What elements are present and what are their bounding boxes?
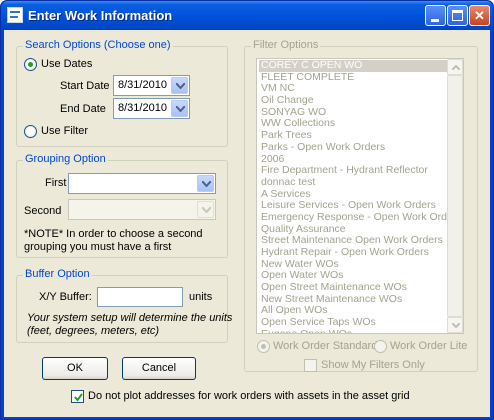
filter-scrollbar[interactable]	[447, 59, 463, 333]
end-date-label: End Date	[60, 103, 106, 115]
filter-options-label: Filter Options	[251, 39, 321, 51]
filter-list-item[interactable]: New Street Maintenance WOs	[259, 294, 447, 306]
chevron-down-icon	[452, 323, 460, 328]
show-my-filters-checkbox[interactable]	[304, 359, 317, 372]
filter-list-item[interactable]: SONYAG WO	[259, 107, 447, 119]
end-date-dropdown-button[interactable]	[171, 100, 188, 117]
scroll-down-button[interactable]	[447, 317, 463, 333]
dialog-body: Search Options (Choose one) Use Dates St…	[4, 30, 490, 417]
maximize-icon	[452, 10, 463, 21]
chevron-up-icon	[452, 65, 460, 70]
filter-list-item[interactable]: New Water WOs	[259, 259, 447, 271]
dialog-window: Enter Work Information ✕ Search Options …	[0, 0, 494, 420]
no-plot-checkbox[interactable]	[71, 390, 84, 403]
no-plot-label: Do not plot addresses for work orders wi…	[88, 390, 410, 402]
chevron-down-icon	[176, 106, 185, 112]
filter-list-item[interactable]: Hydrant Repair - Open Work Orders	[259, 247, 447, 259]
first-label: First	[45, 177, 67, 189]
maximize-button[interactable]	[447, 5, 468, 26]
units-info-line2: (feet, degrees, meters, etc)	[27, 325, 160, 337]
filter-list-item[interactable]: VM NC	[259, 83, 447, 95]
use-filter-label: Use Filter	[41, 125, 89, 137]
units-info-line1: Your system setup will determine the uni…	[27, 312, 233, 324]
close-icon: ✕	[474, 8, 485, 23]
ok-button[interactable]: OK	[42, 357, 108, 380]
filter-list-item[interactable]: Open Water WOs	[259, 270, 447, 282]
filter-list-item[interactable]: Quality Assurance	[259, 224, 447, 236]
grouping-note-line1: *NOTE* In order to choose a second	[24, 228, 203, 240]
app-icon	[7, 7, 23, 23]
start-date-value: 8/31/2010	[118, 79, 167, 91]
scroll-thumb[interactable]	[447, 75, 463, 317]
work-order-lite-label: Work Order Lite	[390, 340, 468, 352]
second-label: Second	[24, 205, 62, 217]
filter-list-item[interactable]: FLEET COMPLETE	[259, 72, 447, 84]
filter-list-item[interactable]: WW Collections	[259, 118, 447, 130]
filter-list-item[interactable]: Eugene Open WOs	[259, 329, 447, 333]
window-title: Enter Work Information	[28, 8, 173, 23]
work-order-standard-radio[interactable]	[257, 340, 270, 353]
filter-list-item[interactable]: 2006	[259, 154, 447, 166]
buffer-option-label: Buffer Option	[23, 268, 92, 280]
start-date-picker[interactable]: 8/31/2010	[113, 75, 190, 96]
filter-list-item[interactable]: Emergency Response - Open Work Orders	[259, 212, 447, 224]
use-dates-label: Use Dates	[41, 58, 93, 70]
filter-list-item[interactable]: All Open WOs	[259, 305, 447, 317]
title-bar[interactable]: Enter Work Information ✕	[1, 1, 493, 30]
filter-list-item[interactable]: Park Trees	[259, 130, 447, 142]
work-order-lite-radio[interactable]	[374, 340, 387, 353]
buffer-option-group: Buffer Option X/Y Buffer: units Your sys…	[16, 268, 232, 343]
first-grouping-select[interactable]	[68, 173, 216, 194]
units-label: units	[189, 291, 213, 303]
chevron-down-icon	[202, 207, 211, 213]
xy-buffer-label: X/Y Buffer:	[39, 291, 92, 303]
work-order-standard-label: Work Order Standard	[273, 340, 378, 352]
filter-list-item[interactable]: Parks - Open Work Orders	[259, 142, 447, 154]
filter-list-item[interactable]: Open Service Taps WOs	[259, 317, 447, 329]
chevron-down-icon	[176, 83, 185, 89]
filter-list-item[interactable]: A Services	[259, 189, 447, 201]
filter-list: COREY C OPEN WO FLEET COMPLETE VM NC Oil Ch…	[259, 60, 447, 333]
end-date-picker[interactable]: 8/31/2010	[113, 98, 190, 119]
filter-list-item[interactable]: Fire Department - Hydrant Reflector	[259, 165, 447, 177]
minimize-icon	[431, 19, 439, 22]
xy-buffer-input[interactable]	[97, 287, 183, 307]
chevron-down-icon	[202, 181, 211, 187]
filter-listbox[interactable]: COREY C OPEN WO FLEET COMPLETE VM NC Oil Ch…	[256, 58, 464, 334]
checkmark-icon	[74, 393, 83, 402]
scroll-up-button[interactable]	[447, 59, 463, 75]
start-date-label: Start Date	[60, 80, 110, 92]
grouping-note-line2: grouping you must have a first	[24, 241, 172, 253]
first-grouping-dropdown-button[interactable]	[197, 175, 214, 192]
grouping-option-label: Grouping Option	[23, 153, 108, 165]
filter-list-item[interactable]: Oil Change	[259, 95, 447, 107]
start-date-dropdown-button[interactable]	[171, 77, 188, 94]
second-grouping-dropdown-button[interactable]	[197, 201, 214, 218]
filter-list-item[interactable]: donnac test	[259, 177, 447, 189]
use-dates-radio[interactable]	[24, 58, 37, 71]
filter-list-item[interactable]: Street Maintenance Open Work Orders	[259, 235, 447, 247]
search-options-group: Search Options (Choose one) Use Dates St…	[16, 39, 228, 147]
search-options-label: Search Options (Choose one)	[23, 39, 173, 51]
end-date-value: 8/31/2010	[118, 102, 167, 114]
cancel-button[interactable]: Cancel	[122, 357, 196, 380]
filter-list-item[interactable]: COREY C OPEN WO	[259, 60, 447, 72]
use-filter-radio[interactable]	[24, 125, 37, 138]
grouping-option-group: Grouping Option First Second *NOTE* In o…	[16, 153, 228, 258]
minimize-button[interactable]	[425, 5, 446, 26]
show-my-filters-label: Show My Filters Only	[321, 359, 425, 371]
filter-list-item[interactable]: Leisure Services - Open Work Orders	[259, 200, 447, 212]
close-button[interactable]: ✕	[469, 5, 490, 26]
filter-list-item[interactable]: Open Street Maintenance WOs	[259, 282, 447, 294]
second-grouping-select[interactable]	[68, 199, 216, 220]
